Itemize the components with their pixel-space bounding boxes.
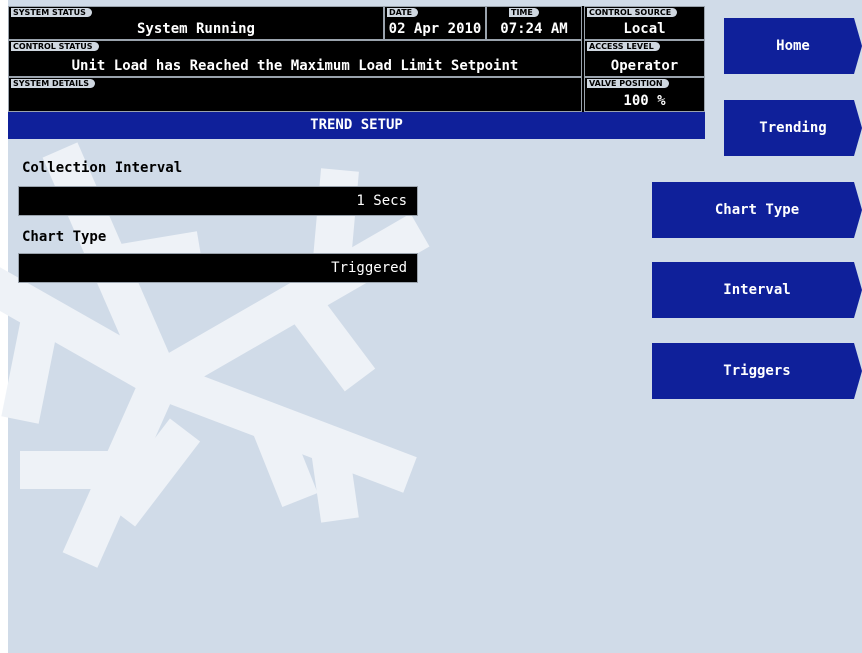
access-level-cell: ACCESS LEVEL Operator: [584, 40, 705, 77]
date-cell: DATE 02 Apr 2010: [384, 6, 486, 40]
system-details-tag: SYSTEM DETAILS: [11, 79, 95, 88]
valve-position-cell: VALVE POSITION 100 %: [584, 77, 705, 112]
snowflake-branch: [311, 447, 359, 523]
control-status-cell: CONTROL STATUS Unit Load has Reached the…: [8, 40, 582, 77]
valve-position-tag: VALVE POSITION: [587, 79, 669, 88]
interval-button[interactable]: Interval: [652, 262, 862, 318]
system-status-value: System Running: [136, 21, 255, 37]
page-title: TREND SETUP: [8, 112, 705, 139]
time-value: 07:24 AM: [500, 21, 568, 37]
snowflake-branch: [1, 316, 59, 424]
chart-type-button[interactable]: Chart Type: [652, 182, 862, 238]
trending-button[interactable]: Trending: [724, 100, 862, 156]
collection-interval-field[interactable]: 1 Secs: [18, 186, 418, 216]
system-details-cell: SYSTEM DETAILS: [8, 77, 582, 112]
access-level-tag: ACCESS LEVEL: [587, 42, 660, 51]
time-tag: TIME: [509, 8, 539, 17]
triggers-button[interactable]: Triggers: [652, 343, 862, 399]
snowflake-branch: [284, 288, 376, 392]
system-status-tag: SYSTEM STATUS: [11, 8, 92, 17]
chart-type-label: Chart Type: [22, 229, 107, 245]
date-value: 02 Apr 2010: [388, 21, 482, 37]
control-status-value: Unit Load has Reached the Maximum Load L…: [71, 58, 519, 74]
control-status-tag: CONTROL STATUS: [11, 42, 99, 51]
chart-type-field[interactable]: Triggered: [18, 253, 418, 283]
control-source-tag: CONTROL SOURCE: [587, 8, 678, 17]
control-source-value: Local: [623, 21, 666, 37]
home-button[interactable]: Home: [724, 18, 862, 74]
access-level-value: Operator: [610, 58, 679, 74]
screen: SYSTEM STATUS System Running DATE 02 Apr…: [0, 0, 862, 653]
time-cell: TIME 07:24 AM: [486, 6, 582, 40]
collection-interval-label: Collection Interval: [22, 160, 183, 176]
control-source-cell: CONTROL SOURCE Local: [584, 6, 705, 40]
date-tag: DATE: [387, 8, 419, 17]
system-status-cell: SYSTEM STATUS System Running: [8, 6, 384, 40]
valve-position-value: 100 %: [623, 93, 666, 109]
